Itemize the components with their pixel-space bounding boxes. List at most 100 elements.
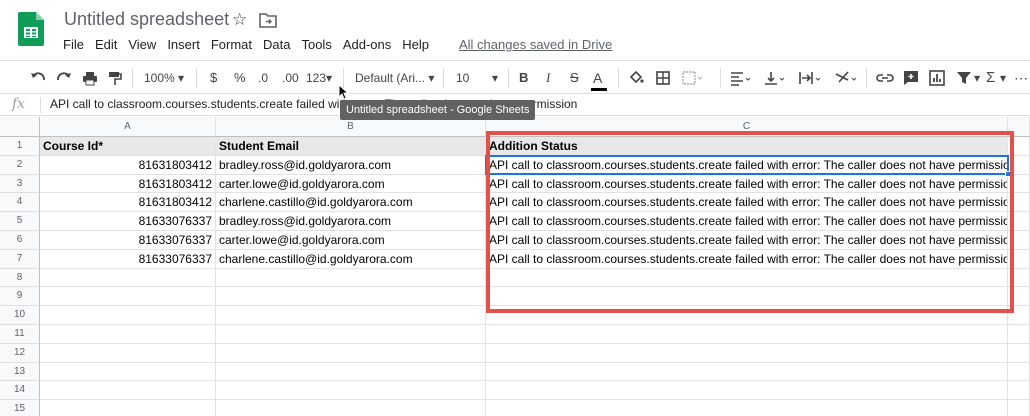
- row-header[interactable]: 11: [0, 325, 40, 344]
- more-options-icon[interactable]: ⋯: [1014, 69, 1028, 87]
- text-color-button[interactable]: A: [591, 69, 607, 91]
- insert-link-icon[interactable]: [876, 69, 894, 87]
- grid-cell[interactable]: API call to classroom.courses.students.c…: [486, 212, 1008, 231]
- grid-cell[interactable]: [1008, 306, 1030, 325]
- grid-cell[interactable]: 81633076337: [40, 212, 216, 231]
- grid-cell[interactable]: [40, 287, 216, 307]
- grid-cell[interactable]: [40, 325, 216, 344]
- document-title[interactable]: Untitled spreadsheet: [64, 9, 229, 30]
- grid-cell[interactable]: carter.lowe@id.goldyarora.com: [216, 231, 486, 250]
- star-icon[interactable]: ☆: [232, 10, 247, 30]
- menu-data[interactable]: Data: [263, 37, 290, 55]
- grid-cell[interactable]: [1008, 325, 1030, 344]
- row-header[interactable]: 13: [0, 362, 40, 382]
- grid-cell[interactable]: [486, 400, 1008, 416]
- grid-cell[interactable]: [486, 287, 1008, 307]
- grid-cell[interactable]: charlene.castillo@id.goldyarora.com: [216, 193, 486, 213]
- grid-cell[interactable]: 81631803412: [40, 174, 216, 194]
- fill-handle[interactable]: [1005, 170, 1011, 177]
- row-header[interactable]: 14: [0, 381, 40, 401]
- more-formats-button[interactable]: 123▾: [306, 69, 332, 87]
- row-header[interactable]: 7: [0, 249, 40, 269]
- sheets-logo-icon[interactable]: [18, 12, 44, 46]
- column-header-b[interactable]: B: [216, 117, 486, 137]
- grid-cell[interactable]: [1008, 343, 1030, 363]
- grid-cell[interactable]: [486, 343, 1008, 363]
- text-wrap-icon[interactable]: [798, 69, 822, 87]
- save-status-link[interactable]: All changes saved in Drive: [459, 37, 612, 52]
- row-header[interactable]: 1: [0, 137, 40, 156]
- menu-help[interactable]: Help: [402, 37, 429, 55]
- grid-cell[interactable]: bradley.ross@id.goldyarora.com: [216, 155, 486, 175]
- move-to-folder-icon[interactable]: [259, 12, 277, 28]
- grid-cell[interactable]: [1008, 381, 1030, 401]
- grid-cell[interactable]: [1008, 155, 1030, 175]
- grid-cell[interactable]: [1008, 174, 1030, 194]
- grid-cell[interactable]: 81631803412: [40, 155, 216, 175]
- grid-cell[interactable]: [486, 306, 1008, 325]
- row-header[interactable]: 9: [0, 287, 40, 307]
- row-header[interactable]: 10: [0, 306, 40, 325]
- decrease-decimal-button[interactable]: .0: [258, 69, 268, 87]
- redo-icon[interactable]: [56, 69, 72, 87]
- grid-cell[interactable]: [1008, 231, 1030, 250]
- grid-cell[interactable]: [40, 381, 216, 401]
- grid-cell[interactable]: [40, 268, 216, 288]
- grid-cell[interactable]: [216, 381, 486, 401]
- column-header-d[interactable]: [1008, 117, 1030, 137]
- grid-cell[interactable]: API call to classroom.courses.students.c…: [486, 231, 1008, 250]
- menu-edit[interactable]: Edit: [95, 37, 117, 55]
- grid-cell[interactable]: [40, 306, 216, 325]
- filter-icon[interactable]: [956, 69, 972, 87]
- percent-button[interactable]: %: [234, 69, 246, 87]
- grid-cell[interactable]: [216, 362, 486, 382]
- font-family-select[interactable]: Default (Ari... ▾: [355, 69, 434, 87]
- select-all-corner[interactable]: [0, 117, 40, 137]
- grid-cell[interactable]: API call to classroom.courses.students.c…: [486, 249, 1008, 269]
- grid-cell[interactable]: [486, 362, 1008, 382]
- insert-comment-icon[interactable]: [903, 69, 919, 87]
- grid-cell[interactable]: API call to classroom.courses.students.c…: [486, 174, 1008, 194]
- menu-file[interactable]: File: [63, 37, 84, 55]
- menu-tools[interactable]: Tools: [301, 37, 331, 55]
- insert-chart-icon[interactable]: [929, 69, 945, 87]
- undo-icon[interactable]: [30, 69, 46, 87]
- borders-icon[interactable]: [655, 69, 671, 87]
- grid-cell[interactable]: API call to classroom.courses.students.c…: [486, 193, 1008, 213]
- print-icon[interactable]: [82, 69, 98, 87]
- column-header-c[interactable]: C: [486, 117, 1008, 137]
- grid-cell[interactable]: [1008, 212, 1030, 231]
- grid-cell[interactable]: [216, 343, 486, 363]
- grid-cell[interactable]: API call to classroom.courses.students.c…: [486, 155, 1008, 175]
- grid-cell[interactable]: 81631803412: [40, 193, 216, 213]
- row-header[interactable]: 8: [0, 268, 40, 288]
- column-header-a[interactable]: A: [40, 117, 216, 137]
- grid-cell[interactable]: [40, 362, 216, 382]
- grid-cell[interactable]: [1008, 362, 1030, 382]
- increase-decimal-button[interactable]: .00: [282, 69, 299, 87]
- text-rotation-icon[interactable]: [834, 69, 858, 87]
- grid-cell[interactable]: [216, 306, 486, 325]
- grid-cell[interactable]: [216, 268, 486, 288]
- chevron-down-icon[interactable]: ▾: [974, 69, 980, 87]
- grid-cell[interactable]: [40, 343, 216, 363]
- fill-color-icon[interactable]: [628, 69, 644, 87]
- row-header[interactable]: 6: [0, 231, 40, 250]
- grid-cell[interactable]: [1008, 193, 1030, 213]
- grid-cell[interactable]: [216, 287, 486, 307]
- menu-format[interactable]: Format: [211, 37, 252, 55]
- grid-cell[interactable]: [216, 325, 486, 344]
- grid-cell[interactable]: [486, 325, 1008, 344]
- grid-cell[interactable]: [1008, 249, 1030, 269]
- chevron-down-icon[interactable]: ▾: [1000, 69, 1006, 87]
- grid-cell[interactable]: [1008, 400, 1030, 416]
- menu-addons[interactable]: Add-ons: [343, 37, 391, 55]
- grid-cell[interactable]: 81633076337: [40, 249, 216, 269]
- grid-cell[interactable]: [40, 400, 216, 416]
- grid-cell[interactable]: [486, 381, 1008, 401]
- header-cell[interactable]: Student Email: [216, 137, 486, 156]
- row-header[interactable]: 5: [0, 212, 40, 231]
- menu-insert[interactable]: Insert: [167, 37, 200, 55]
- merge-cells-icon[interactable]: [681, 69, 703, 87]
- header-cell[interactable]: Course Id*: [40, 137, 216, 156]
